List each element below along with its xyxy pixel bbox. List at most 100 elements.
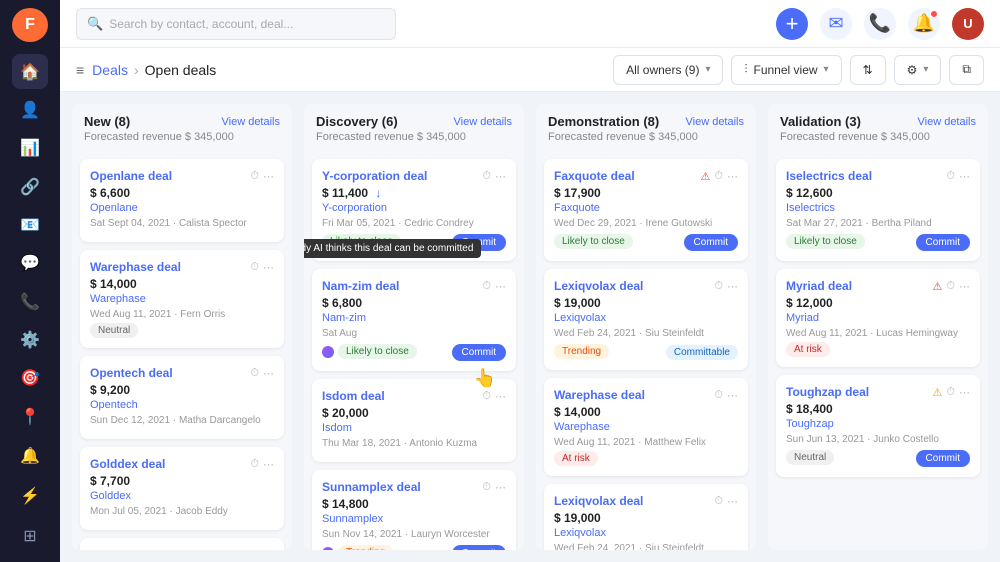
notifications-button[interactable]: 🔔: [908, 8, 940, 40]
deal-company[interactable]: Opentech: [90, 399, 274, 411]
deal-name[interactable]: Iselectrics deal: [786, 169, 946, 183]
deal-company[interactable]: Warephase: [90, 293, 274, 305]
sidebar-icon-location[interactable]: 📍: [12, 400, 48, 434]
deal-card[interactable]: Iselectrics deal ⏱⋯ $ 12,600 Iselectrics…: [776, 159, 980, 261]
more-icon[interactable]: ⋯: [959, 280, 970, 293]
sidebar-icon-links[interactable]: 🔗: [12, 169, 48, 203]
deal-name[interactable]: Nam-zim deal: [322, 279, 482, 293]
sidebar-icon-grid[interactable]: ⊞: [12, 518, 48, 554]
deal-card[interactable]: Lexiqvolax deal ⏱⋯ $ 19,000 Lexiqvolax W…: [544, 269, 748, 370]
more-icon[interactable]: ⋯: [263, 549, 274, 551]
sidebar-icon-phone[interactable]: 📞: [12, 285, 48, 319]
filter-button[interactable]: ⧉: [949, 55, 984, 85]
sort-button[interactable]: ⇅: [850, 55, 886, 85]
more-icon[interactable]: ⋯: [495, 390, 506, 403]
commit-button[interactable]: Commit: [684, 234, 738, 251]
commit-button[interactable]: Commit: [452, 234, 506, 251]
sidebar-icon-notifications[interactable]: 🔔: [12, 438, 48, 474]
deal-name[interactable]: Lexiqvolax deal: [554, 494, 714, 508]
deal-name[interactable]: Faxquote deal: [554, 169, 701, 183]
sidebar-icon-contacts[interactable]: 👤: [12, 93, 48, 127]
deal-company[interactable]: Toughzap: [786, 418, 970, 430]
deal-card[interactable]: Y-corporation deal ⏱⋯ $ 11,400 ↓ Y-corpo…: [312, 159, 516, 261]
more-icon[interactable]: ⋯: [263, 458, 274, 471]
deal-card[interactable]: Warephase deal ⏱⋯ $ 14,000 Warephase Wed…: [544, 378, 748, 476]
sidebar-icon-chat[interactable]: 💬: [12, 246, 48, 280]
more-icon[interactable]: ⋯: [727, 280, 738, 293]
owner-filter[interactable]: All owners (9) ▾: [613, 55, 723, 85]
deal-company[interactable]: Golddex: [90, 490, 274, 502]
deal-company[interactable]: Lexiqvolax: [554, 312, 738, 324]
app-logo[interactable]: F: [12, 8, 48, 42]
deal-card[interactable]: Golddex deal ⏱⋯ $ 7,700 Golddex Mon Jul …: [80, 447, 284, 530]
deal-company[interactable]: Faxquote: [554, 202, 738, 214]
deal-card[interactable]: Faxquote deal ⚠⏱⋯ $ 17,900 Faxquote Wed …: [544, 159, 748, 261]
sidebar-icon-lightning[interactable]: ⚡: [12, 478, 48, 514]
deal-company[interactable]: Myriad: [786, 312, 970, 324]
more-icon[interactable]: ⋯: [727, 389, 738, 402]
more-icon[interactable]: ⋯: [727, 495, 738, 508]
phone-button[interactable]: 📞: [864, 8, 896, 40]
deal-name[interactable]: Condax deal: [90, 548, 250, 550]
deal-name[interactable]: Opentech deal: [90, 366, 250, 380]
email-button[interactable]: ✉: [820, 8, 852, 40]
deal-name[interactable]: Warephase deal: [90, 260, 250, 274]
search-bar[interactable]: 🔍 Search by contact, account, deal...: [76, 8, 396, 40]
deal-badge: Trending: [554, 344, 609, 359]
sidebar-icon-gear[interactable]: ⚙️: [12, 323, 48, 357]
deal-name[interactable]: Sunnamplex deal: [322, 480, 482, 494]
deal-company[interactable]: Sunnamplex: [322, 513, 506, 525]
commit-button[interactable]: Commit: [452, 545, 506, 550]
deal-company[interactable]: Warephase: [554, 421, 738, 433]
more-icon[interactable]: ⋯: [263, 170, 274, 183]
deal-card[interactable]: Nam-zim deal ⏱⋯ $ 6,800 Nam-zim Sat Aug …: [312, 269, 516, 371]
sidebar-icon-analytics[interactable]: 📊: [12, 131, 48, 165]
deal-name[interactable]: Isdom deal: [322, 389, 482, 403]
commit-button[interactable]: Commit: [916, 234, 970, 251]
deal-card[interactable]: Myriad deal ⚠⏱⋯ $ 12,000 Myriad Wed Aug …: [776, 269, 980, 367]
deal-card[interactable]: Warephase deal ⏱⋯ $ 14,000 Warephase Wed…: [80, 250, 284, 348]
deal-company[interactable]: Openlane: [90, 202, 274, 214]
sidebar-icon-home[interactable]: 🏠: [12, 54, 48, 88]
deal-name[interactable]: Golddex deal: [90, 457, 250, 471]
view-filter[interactable]: ⫶ Funnel view ▾: [731, 55, 841, 85]
deal-card[interactable]: Sunnamplex deal ⏱⋯ $ 14,800 Sunnamplex S…: [312, 470, 516, 550]
deal-name[interactable]: Y-corporation deal: [322, 169, 482, 183]
deal-card[interactable]: Openlane deal ⏱⋯ $ 6,600 Openlane Sat Se…: [80, 159, 284, 242]
more-icon[interactable]: ⋯: [495, 481, 506, 494]
view-details-validation[interactable]: View details: [918, 116, 977, 128]
more-icon[interactable]: ⋯: [727, 170, 738, 183]
sidebar-icon-target[interactable]: 🎯: [12, 361, 48, 395]
deal-company[interactable]: Nam-zim: [322, 312, 506, 324]
deal-card[interactable]: Condax deal ⏱⋯ $ 14,900 Condax Thu Apr 1…: [80, 538, 284, 550]
view-details-demonstration[interactable]: View details: [686, 116, 745, 128]
deal-card[interactable]: Lexiqvolax deal ⏱⋯ $ 19,000 Lexiqvolax W…: [544, 484, 748, 550]
deal-company[interactable]: Y-corporation: [322, 202, 506, 214]
settings-button[interactable]: ⚙ ▾: [894, 55, 942, 85]
more-icon[interactable]: ⋯: [495, 170, 506, 183]
view-details-new[interactable]: View details: [222, 116, 281, 128]
sidebar-icon-mail[interactable]: 📧: [12, 208, 48, 242]
add-button[interactable]: +: [776, 8, 808, 40]
commit-button[interactable]: Commit: [916, 450, 970, 467]
deal-name[interactable]: Warephase deal: [554, 388, 714, 402]
commit-button[interactable]: Commit: [452, 344, 506, 361]
deal-company[interactable]: Isdom: [322, 422, 506, 434]
view-details-discovery[interactable]: View details: [454, 116, 513, 128]
deal-name[interactable]: Openlane deal: [90, 169, 250, 183]
more-icon[interactable]: ⋯: [263, 367, 274, 380]
more-icon[interactable]: ⋯: [959, 170, 970, 183]
deal-company[interactable]: Iselectrics: [786, 202, 970, 214]
deal-company[interactable]: Lexiqvolax: [554, 527, 738, 539]
deal-card[interactable]: Opentech deal ⏱⋯ $ 9,200 Opentech Sun De…: [80, 356, 284, 439]
deal-name[interactable]: Toughzap deal: [786, 385, 933, 399]
breadcrumb-deals[interactable]: Deals: [92, 62, 128, 78]
deal-card[interactable]: Toughzap deal ⚠⏱⋯ $ 18,400 Toughzap Sun …: [776, 375, 980, 477]
deal-name[interactable]: Lexiqvolax deal: [554, 279, 714, 293]
more-icon[interactable]: ⋯: [959, 386, 970, 399]
deal-card[interactable]: Isdom deal ⏱⋯ $ 20,000 Isdom Thu Mar 18,…: [312, 379, 516, 462]
more-icon[interactable]: ⋯: [495, 280, 506, 293]
deal-name[interactable]: Myriad deal: [786, 279, 933, 293]
user-avatar[interactable]: U: [952, 8, 984, 40]
more-icon[interactable]: ⋯: [263, 261, 274, 274]
